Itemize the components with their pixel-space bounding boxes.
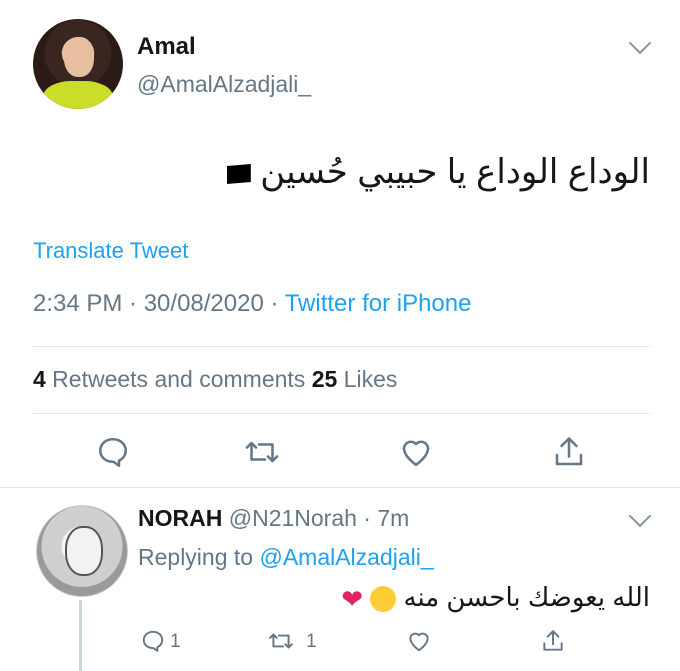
retweet-icon[interactable] bbox=[244, 434, 280, 470]
tweet-timestamp[interactable]: 2:34 PM · 30/08/2020 · bbox=[33, 290, 285, 317]
tweet-meta: 2:34 PM · 30/08/2020 · Twitter for iPhon… bbox=[33, 290, 471, 318]
thread-line bbox=[79, 600, 82, 671]
chevron-down-icon[interactable] bbox=[628, 31, 652, 55]
author-handle[interactable]: @AmalAlzadjali_ bbox=[137, 71, 311, 98]
tweet-stats: 4 Retweets and comments 25 Likes bbox=[33, 366, 397, 393]
like-icon[interactable] bbox=[398, 434, 434, 470]
retweets-label[interactable]: Retweets and comments bbox=[46, 366, 312, 392]
likes-count[interactable]: 25 bbox=[312, 366, 338, 392]
share-icon[interactable] bbox=[540, 628, 566, 654]
divider bbox=[33, 413, 650, 414]
tweet-text-content: الوداع الوداع يا حبيبي حُسين bbox=[260, 153, 650, 191]
divider bbox=[0, 487, 680, 488]
reply-icon[interactable] bbox=[140, 628, 166, 654]
red-heart-emoji: ❤ bbox=[341, 583, 364, 614]
reply-header: NORAH @N21Norah · 7m bbox=[138, 505, 409, 532]
reply-author-name[interactable]: NORAH bbox=[138, 505, 222, 531]
replying-handle[interactable]: @AmalAlzadjali_ bbox=[259, 544, 433, 570]
tweet-source[interactable]: Twitter for iPhone bbox=[285, 290, 472, 317]
reply-text-content: الله يعوضك باحسن منه bbox=[403, 582, 651, 612]
avatar-face bbox=[65, 526, 103, 576]
author-name[interactable]: Amal bbox=[137, 33, 196, 61]
pleading-face-emoji bbox=[370, 586, 397, 613]
reply-count: 1 bbox=[170, 631, 181, 652]
chevron-down-icon[interactable] bbox=[628, 504, 652, 528]
replying-prefix: Replying to bbox=[138, 544, 260, 570]
retweet-count: 1 bbox=[306, 631, 317, 652]
reply-text: الله يعوضك باحسن منه ❤ bbox=[300, 582, 650, 615]
tweet-text: الوداع الوداع يا حبيبي حُسين bbox=[210, 152, 650, 192]
reply-author-handle[interactable]: @N21Norah bbox=[229, 505, 357, 531]
reply-icon[interactable] bbox=[95, 434, 131, 470]
translate-tweet-link[interactable]: Translate Tweet bbox=[33, 238, 188, 264]
like-icon[interactable] bbox=[406, 628, 432, 654]
avatar-face bbox=[64, 37, 94, 77]
replying-to: Replying to @AmalAlzadjali_ bbox=[138, 544, 434, 571]
retweets-count[interactable]: 4 bbox=[33, 366, 46, 392]
avatar-shirt bbox=[43, 81, 113, 109]
black-flag-icon bbox=[226, 164, 251, 185]
divider bbox=[33, 346, 650, 347]
author-avatar[interactable] bbox=[33, 19, 123, 109]
share-icon[interactable] bbox=[551, 434, 587, 470]
reply-time: · 7m bbox=[356, 505, 410, 531]
retweet-icon[interactable] bbox=[268, 628, 294, 654]
reply-author-avatar[interactable] bbox=[36, 505, 128, 597]
likes-label[interactable]: Likes bbox=[337, 366, 398, 392]
